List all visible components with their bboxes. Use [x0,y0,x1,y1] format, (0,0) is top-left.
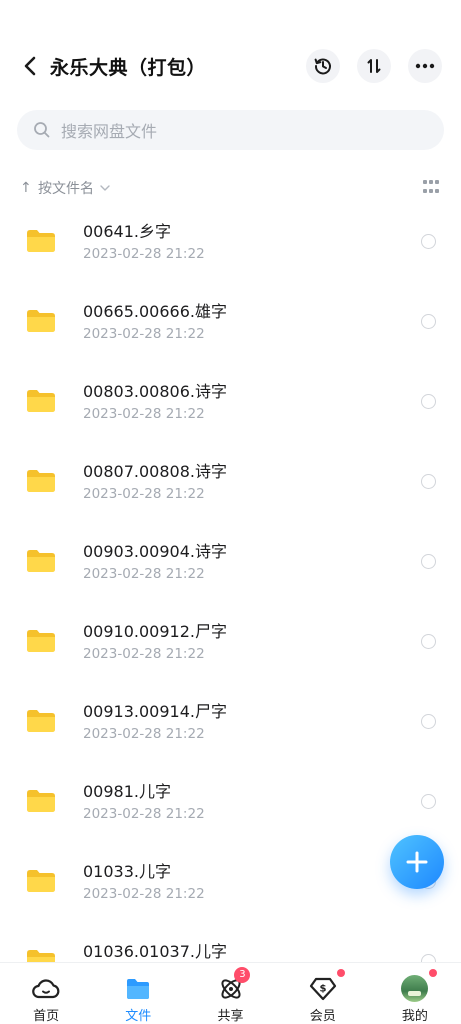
avatar [401,975,429,1002]
notification-dot [428,969,437,977]
select-checkbox[interactable] [421,954,436,962]
tab-me[interactable]: 我的 [369,963,461,1024]
file-date: 2023-02-28 21:22 [83,806,205,822]
file-row[interactable]: 00807.00808.诗字 2023-02-28 21:22 [0,442,461,522]
sort-by-name-button[interactable]: 按文件名 [38,178,94,198]
file-list: 00641.乡字 2023-02-28 21:22 00665.00666.雄字 20… [0,202,461,962]
cloud-home-icon [32,975,60,1002]
select-checkbox[interactable] [421,634,436,649]
select-checkbox[interactable] [421,794,436,809]
tab-label: 文件 [125,1009,152,1024]
search-input[interactable]: 搜索网盘文件 [17,110,444,150]
tab-label: 共享 [217,1009,244,1024]
search-icon [33,121,51,139]
select-checkbox[interactable] [421,394,436,409]
tab-label: 我的 [401,1009,428,1024]
folder-icon [27,630,55,652]
file-name: 00913.00914.尸字 [83,702,227,721]
folder-icon [27,390,55,412]
folder-icon [27,790,55,812]
file-row[interactable]: 01036.01037.儿字2023-02-28 21:22 [0,922,461,962]
file-date: 2023-02-28 21:22 [83,566,205,582]
sort-bar: ↑ 按文件名 [20,177,441,199]
sort-button[interactable] [357,49,391,83]
file-name: 01036.01037.儿字 [83,942,227,961]
chevron-left-icon [24,56,36,76]
sort-direction-arrow[interactable]: ↑ [20,180,38,196]
file-name: 01033.儿字 [83,862,171,881]
select-checkbox[interactable] [421,474,436,489]
file-name: 00981.儿字 [83,782,171,801]
folder-icon [27,550,55,572]
file-row[interactable]: 00913.00914.尸字 2023-02-28 21:22 [0,682,461,762]
folder-icon [27,710,55,732]
file-row[interactable]: 00641.乡字 2023-02-28 21:22 [0,202,461,282]
file-date: 2023-02-28 21:22 [83,246,205,262]
search-placeholder: 搜索网盘文件 [61,122,158,141]
folder-icon [27,230,55,252]
file-date: 2023-02-28 21:22 [83,326,205,342]
file-row[interactable]: 00665.00666.雄字 2023-02-28 21:22 [0,282,461,362]
grid-view-icon[interactable] [423,180,439,196]
back-button[interactable] [16,52,44,80]
file-row[interactable]: 00981.儿字 2023-02-28 21:22 [0,762,461,842]
tab-home[interactable]: 首页 [0,963,92,1024]
file-name: 00807.00808.诗字 [83,462,227,481]
file-row[interactable]: 00803.00806.诗字 2023-02-28 21:22 [0,362,461,442]
notification-dot [336,969,345,977]
tab-label: 首页 [33,1009,60,1024]
page-title: 永乐大典（打包） [50,57,207,79]
tab-vip[interactable]: $ 会员 [277,963,369,1024]
tab-files[interactable]: 文件 [92,963,184,1024]
more-button[interactable] [408,49,442,83]
file-name: 00665.00666.雄字 [83,302,227,321]
folder-icon [27,870,55,892]
file-row[interactable]: 00910.00912.尸字 2023-02-28 21:22 [0,602,461,682]
file-date: 2023-02-28 21:22 [83,486,205,502]
svg-text:$: $ [319,983,326,994]
tab-share[interactable]: 共享 3 [184,963,276,1024]
notification-badge: 3 [234,967,251,983]
file-date: 2023-02-28 21:22 [83,646,205,662]
tab-label: 会员 [309,1009,336,1024]
folder-icon [27,470,55,492]
vip-diamond-icon: $ [309,975,337,1002]
history-icon [314,58,331,75]
file-date: 2023-02-28 21:22 [83,726,205,742]
sort-icon [367,59,381,73]
file-date: 2023-02-28 21:22 [83,886,205,902]
file-row[interactable]: 00903.00904.诗字 2023-02-28 21:22 [0,522,461,602]
select-checkbox[interactable] [421,234,436,249]
file-name: 00803.00806.诗字 [83,382,227,401]
select-checkbox[interactable] [421,554,436,569]
folder-icon [27,310,55,332]
select-checkbox[interactable] [421,714,436,729]
chevron-down-icon[interactable] [100,185,110,191]
file-name: 00641.乡字 [83,222,171,241]
folder-icon [27,950,55,962]
add-button[interactable] [390,835,444,889]
file-name: 00910.00912.尸字 [83,622,227,641]
file-name: 00903.00904.诗字 [83,542,227,561]
more-icon [415,63,435,69]
header: 永乐大典（打包） [0,0,461,110]
folder-tab-icon [124,975,152,1002]
select-checkbox[interactable] [421,314,436,329]
bottom-tab-bar: 首页 文件 共享 3 $ 会员 我的 [0,962,461,1024]
file-date: 2023-02-28 21:22 [83,406,205,422]
plus-icon [406,851,428,873]
history-button[interactable] [306,49,340,83]
